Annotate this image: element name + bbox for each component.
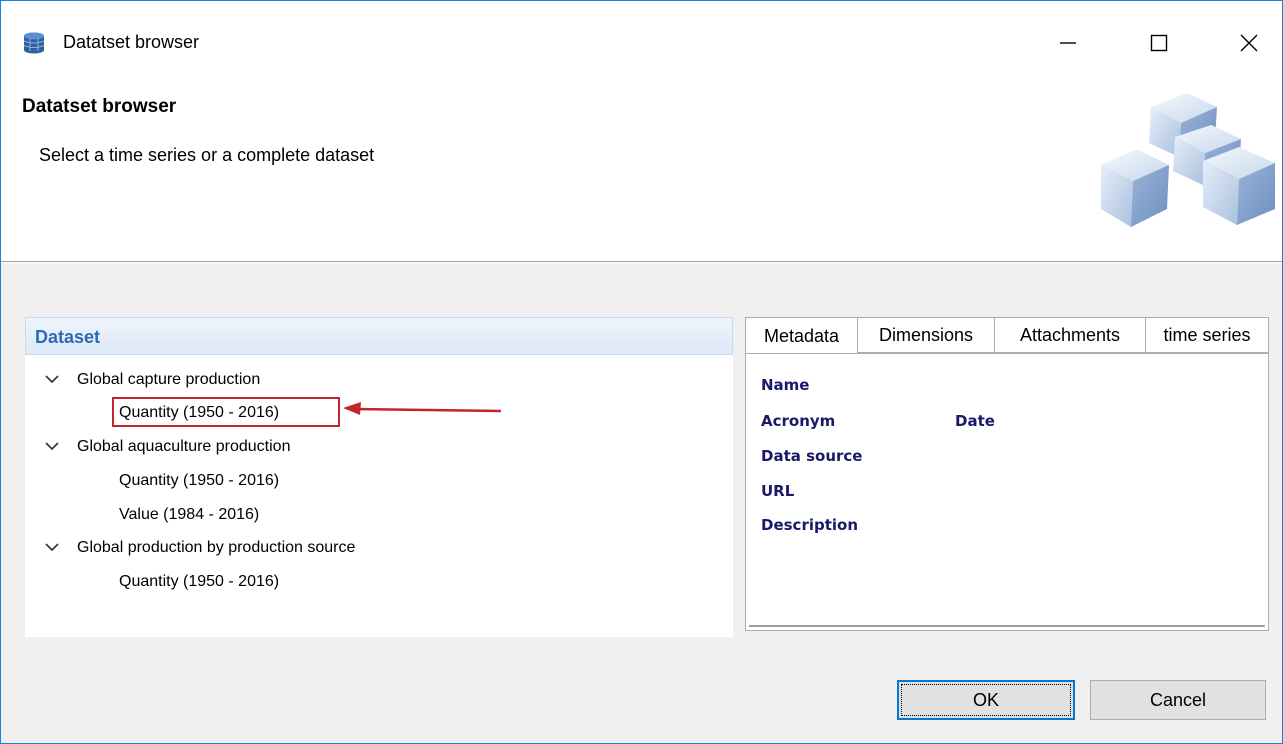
tab-metadata[interactable]: Metadata — [745, 317, 858, 354]
header-divider-highlight — [1, 262, 1282, 263]
metadata-date-label: Date — [955, 412, 995, 430]
annotation-arrow — [343, 402, 502, 415]
tree-group-label: Global production by production source — [77, 539, 356, 556]
focus-rectangle — [901, 684, 1071, 716]
tab-dimensions[interactable]: Dimensions — [857, 317, 995, 353]
cancel-button[interactable]: Cancel — [1090, 680, 1266, 720]
metadata-content: Name Acronym Date Data source URL Descri… — [749, 356, 1265, 627]
page-heading: Datatset browser — [22, 96, 177, 117]
tree-group-label: Global aquaculture production — [77, 438, 291, 455]
header-banner: Datatset browser Select a time series or… — [1, 85, 1282, 261]
metadata-url-label: URL — [761, 482, 795, 500]
minimize-icon — [1060, 42, 1076, 44]
tab-attachments[interactable]: Attachments — [994, 317, 1146, 353]
dataset-header-label: Dataset — [35, 327, 101, 347]
close-icon — [1240, 34, 1258, 52]
tree-item-aquaculture-quantity[interactable]: Quantity (1950 - 2016) — [119, 472, 279, 490]
tree-item-source-quantity[interactable]: Quantity (1950 - 2016) — [119, 573, 279, 591]
tree-item-capture-quantity[interactable]: Quantity (1950 - 2016) — [119, 404, 279, 422]
tree-item-aquaculture-value[interactable]: Value (1984 - 2016) — [119, 506, 259, 524]
window-title: Datatset browser — [63, 32, 200, 52]
tree-group-label: Global capture production — [77, 371, 261, 388]
metadata-name-label: Name — [761, 376, 810, 394]
chevron-down-icon — [45, 375, 59, 384]
minimize-button[interactable] — [1038, 23, 1098, 63]
metadata-data-source-label: Data source — [761, 447, 863, 465]
chevron-down-icon — [45, 543, 59, 552]
title-bar: Datatset browser — [1, 1, 1282, 85]
cancel-button-label: Cancel — [1149, 689, 1207, 710]
metadata-panel: Name Acronym Date Data source URL Descri… — [745, 353, 1269, 631]
maximize-icon — [1150, 34, 1168, 52]
chevron-down-icon — [45, 442, 59, 451]
maximize-button[interactable] — [1129, 23, 1189, 63]
tab-time-series[interactable]: time series — [1145, 317, 1269, 353]
page-subtitle: Select a time series or a complete datas… — [39, 145, 375, 165]
database-icon — [23, 32, 45, 54]
metadata-acronym-label: Acronym — [761, 412, 836, 430]
close-button[interactable] — [1219, 23, 1279, 63]
dataset-browser-window: Datatset browser Datatset browser Select… — [0, 0, 1283, 744]
metadata-description-label: Description — [761, 516, 859, 534]
ok-button[interactable]: OK — [897, 680, 1075, 720]
dataset-header: Dataset — [25, 317, 733, 355]
cubes-image — [1101, 93, 1275, 227]
